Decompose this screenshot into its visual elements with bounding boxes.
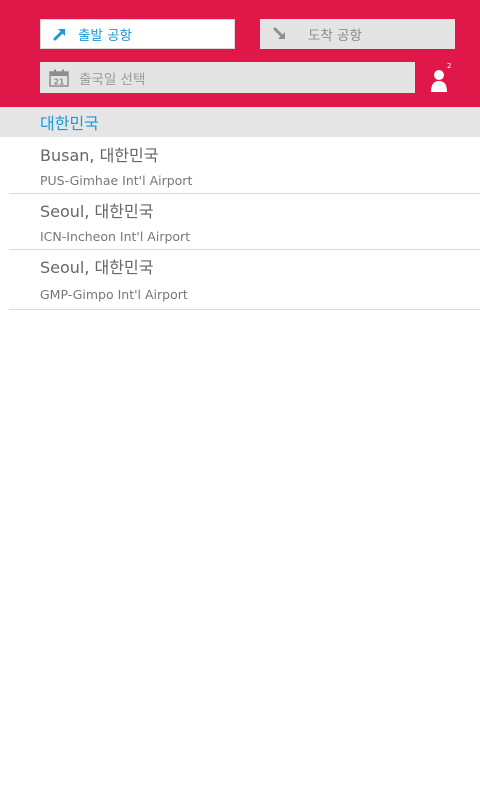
passenger-count: 2 — [447, 62, 452, 70]
airport-list-item[interactable]: Seoul, 대한민국 ICN-Incheon Int'l Airport — [0, 194, 480, 250]
passenger-count-button[interactable]: 2 — [428, 62, 454, 92]
departure-date-field[interactable]: 21 출국일 선택 — [40, 62, 415, 93]
country-section-header: 대한민국 — [0, 107, 480, 137]
airport-list-item[interactable]: Busan, 대한민국 PUS-Gimhae Int'l Airport — [0, 138, 480, 194]
person-icon — [431, 70, 447, 92]
country-section-title: 대한민국 — [40, 114, 99, 133]
airport-name: GMP-Gimpo Int'l Airport — [40, 287, 188, 302]
airport-city: Seoul, 대한민국 — [40, 258, 154, 277]
departure-airport-label: 출발 공항 — [78, 28, 132, 44]
airport-name: ICN-Incheon Int'l Airport — [40, 229, 191, 244]
departure-airport-field[interactable]: 출발 공항 — [40, 19, 235, 49]
airport-city: Busan, 대한민국 — [40, 146, 159, 165]
airport-name: PUS-Gimhae Int'l Airport — [40, 173, 193, 188]
arrival-airport-label: 도착 공항 — [308, 28, 362, 44]
calendar-icon: 21 — [49, 69, 69, 87]
airport-city: Seoul, 대한민국 — [40, 202, 154, 221]
departure-arrow-icon — [53, 29, 65, 41]
search-header: 출발 공항 도착 공항 21 출국일 선택 2 — [0, 0, 480, 107]
divider — [9, 309, 480, 310]
airport-list: Busan, 대한민국 PUS-Gimhae Int'l Airport Seo… — [0, 138, 480, 310]
arrival-airport-field[interactable]: 도착 공항 — [260, 19, 455, 49]
arrival-arrow-icon — [273, 27, 285, 39]
calendar-day-number: 21 — [54, 77, 64, 86]
airport-list-item[interactable]: Seoul, 대한민국 GMP-Gimpo Int'l Airport — [0, 250, 480, 310]
departure-date-label: 출국일 선택 — [79, 71, 146, 88]
